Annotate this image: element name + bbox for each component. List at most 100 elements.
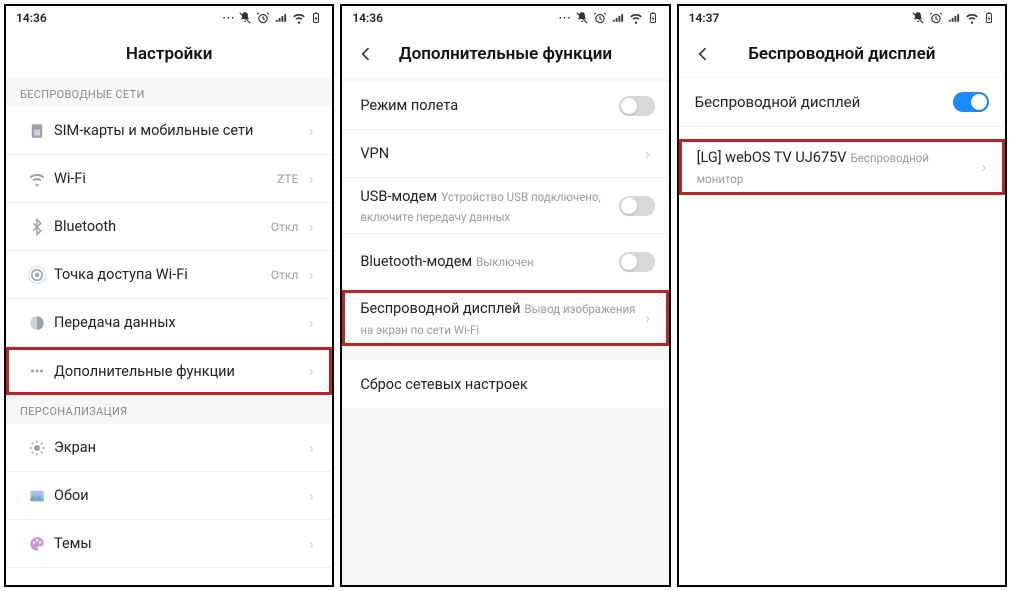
content: Беспроводной дисплей [LG] webOS TV UJ675… (679, 78, 1005, 585)
alarm-icon (593, 11, 607, 25)
alarm-icon (256, 11, 270, 25)
statusbar: 14:36 ⋯ (6, 6, 332, 30)
row-usb-label: USB-модем (360, 188, 437, 205)
row-wireless-display[interactable]: Беспроводной дисплей Вывод изображения н… (342, 290, 668, 346)
statusbar: 14:37 (679, 6, 1005, 30)
back-button[interactable] (689, 40, 717, 68)
row-bt-tether[interactable]: Bluetooth-модем Выключен (342, 234, 668, 290)
mute-icon (575, 11, 589, 25)
brightness-icon (20, 439, 54, 457)
status-icons: ⋯ (222, 11, 323, 26)
row-more[interactable]: Дополнительные функции › (6, 347, 332, 395)
chevron-right-icon: › (304, 439, 318, 457)
more-icon: ⋯ (558, 11, 571, 26)
chevron-right-icon: › (304, 583, 318, 585)
content: БЕСПРОВОДНЫЕ СЕТИ SIM-карты и мобильные … (6, 78, 332, 585)
row-sim[interactable]: SIM-карты и мобильные сети › (6, 107, 332, 155)
appbar: Дополнительные функции (342, 30, 668, 78)
wifi-icon (629, 11, 643, 25)
chevron-right-icon: › (304, 535, 318, 553)
usb-tether-toggle[interactable] (619, 196, 655, 216)
hotspot-icon (20, 266, 54, 284)
mute-icon (911, 11, 925, 25)
row-hotspot-label: Точка доступа Wi-Fi (54, 266, 188, 283)
appbar: Беспроводной дисплей (679, 30, 1005, 78)
row-themes[interactable]: Темы › (6, 520, 332, 568)
mute-icon (238, 11, 252, 25)
row-data-label: Передача данных (54, 314, 176, 331)
palette-icon (20, 535, 54, 553)
signal-icon (947, 11, 961, 25)
wireless-display-toggle[interactable] (953, 92, 989, 112)
row-bt-value: Откл (271, 220, 304, 234)
page-title: Настройки (126, 44, 213, 64)
back-button[interactable] (352, 40, 380, 68)
bluetooth-icon (20, 218, 54, 236)
row-wallpaper[interactable]: Обои › (6, 472, 332, 520)
wifi-icon (965, 11, 979, 25)
status-icons: ⋯ (558, 11, 659, 26)
chevron-right-icon: › (641, 309, 655, 327)
row-wallpaper-label: Обои (54, 487, 89, 504)
chevron-right-icon: › (977, 158, 991, 176)
row-hotspot-value: Откл (271, 268, 304, 282)
row-sound[interactable]: Звук и вибрация › (6, 568, 332, 585)
status-icons (911, 11, 995, 25)
sound-icon (20, 583, 54, 585)
row-display-label: Экран (54, 439, 96, 456)
chevron-right-icon: › (304, 218, 318, 236)
sim-icon (20, 122, 54, 140)
battery-icon (310, 11, 322, 25)
row-feature-toggle[interactable]: Беспроводной дисплей (679, 78, 1005, 127)
status-time: 14:36 (352, 11, 383, 25)
chevron-right-icon: › (304, 170, 318, 188)
feature-label: Беспроводной дисплей (695, 93, 861, 111)
row-device[interactable]: [LG] webOS TV UJ675V Беспроводной монито… (679, 139, 1005, 195)
row-airplane-label: Режим полета (360, 97, 458, 114)
row-sound-label: Звук и вибрация (54, 584, 167, 585)
battery-icon (647, 11, 659, 25)
row-bluetooth[interactable]: Bluetooth Откл › (6, 203, 332, 251)
chevron-right-icon: › (304, 266, 318, 284)
row-more-label: Дополнительные функции (54, 363, 235, 380)
chevron-right-icon: › (641, 145, 655, 163)
phone-additional: 14:36 ⋯ Дополнительные функции Режим пол… (340, 4, 670, 587)
row-data-usage[interactable]: Передача данных › (6, 299, 332, 347)
row-usb-tether[interactable]: USB-модем Устройство USB подключено, вкл… (342, 178, 668, 234)
row-wifi[interactable]: Wi-Fi ZTE › (6, 155, 332, 203)
row-btm-sub: Выключен (476, 255, 533, 269)
row-btm-label: Bluetooth-модем (360, 253, 472, 270)
page-title: Беспроводной дисплей (748, 44, 935, 64)
bt-tether-toggle[interactable] (619, 252, 655, 272)
wifi-icon (20, 170, 54, 188)
battery-icon (983, 11, 995, 25)
more-horiz-icon (20, 362, 54, 380)
airplane-toggle[interactable] (619, 96, 655, 116)
chevron-right-icon: › (304, 122, 318, 140)
phone-settings: 14:36 ⋯ Настройки БЕСПРОВОДНЫЕ СЕТИ (4, 4, 334, 587)
signal-icon (274, 11, 288, 25)
status-time: 14:36 (16, 11, 47, 25)
section-header-wireless: БЕСПРОВОДНЫЕ СЕТИ (6, 78, 332, 107)
page-title: Дополнительные функции (399, 44, 612, 64)
section-header-personalization: ПЕРСОНАЛИЗАЦИЯ (6, 395, 332, 424)
chevron-right-icon: › (304, 362, 318, 380)
row-wifi-value: ZTE (277, 172, 304, 186)
wifi-icon (292, 11, 306, 25)
row-vpn[interactable]: VPN › (342, 130, 668, 178)
row-display[interactable]: Экран › (6, 424, 332, 472)
device-name: [LG] webOS TV UJ675V (697, 149, 847, 166)
signal-icon (611, 11, 625, 25)
row-bt-label: Bluetooth (54, 218, 116, 235)
row-sim-label: SIM-карты и мобильные сети (54, 122, 253, 139)
more-icon: ⋯ (222, 11, 235, 26)
chevron-right-icon: › (304, 314, 318, 332)
image-icon (20, 487, 54, 505)
row-hotspot[interactable]: Точка доступа Wi-Fi Откл › (6, 251, 332, 299)
statusbar: 14:36 ⋯ (342, 6, 668, 30)
appbar: Настройки (6, 30, 332, 78)
row-airplane[interactable]: Режим полета (342, 82, 668, 130)
data-icon (20, 314, 54, 332)
row-reset-label: Сброс сетевых настроек (360, 376, 527, 393)
row-network-reset[interactable]: Сброс сетевых настроек (342, 360, 668, 408)
